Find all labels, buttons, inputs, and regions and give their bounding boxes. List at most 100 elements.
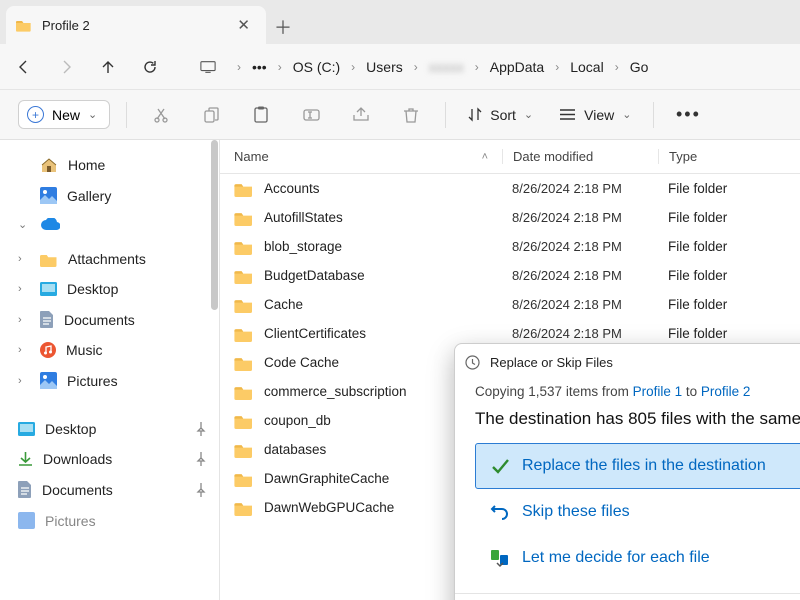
folder-icon — [234, 355, 254, 371]
table-row[interactable]: Accounts8/26/2024 2:18 PMFile folder — [220, 174, 800, 203]
chevron-right-icon[interactable]: › — [18, 253, 30, 265]
option-label: Let me decide for each file — [522, 549, 710, 567]
column-type[interactable]: Type — [658, 149, 800, 164]
chevron-right-icon: › — [236, 60, 242, 74]
chevron-right-icon[interactable]: › — [18, 375, 30, 387]
row-name: BudgetDatabase — [264, 268, 502, 283]
breadcrumb-seg-local[interactable]: Local — [564, 55, 609, 79]
sidebar-scrollbar[interactable] — [210, 140, 218, 600]
sidebar-item-pictures[interactable]: › Pictures — [10, 365, 215, 396]
tab-title: Profile 2 — [42, 18, 90, 33]
column-date[interactable]: Date modified — [502, 149, 658, 164]
dialog-headline: The destination has 805 files with the s… — [475, 409, 800, 429]
cut-button[interactable] — [143, 97, 179, 133]
breadcrumb-seg-os[interactable]: OS (C:) — [287, 55, 346, 79]
new-tab-button[interactable]: ＋ — [266, 10, 300, 44]
chevron-right-icon[interactable]: › — [18, 283, 30, 295]
sidebar-label: Pictures — [45, 513, 96, 529]
tab-profile2[interactable]: Profile 2 ✕ — [6, 6, 266, 44]
more-button[interactable]: ••• — [670, 97, 706, 133]
table-row[interactable]: AutofillStates8/26/2024 2:18 PMFile fold… — [220, 203, 800, 232]
copy-button[interactable] — [193, 97, 229, 133]
tab-strip: Profile 2 ✕ ＋ — [0, 0, 800, 44]
pin-icon — [195, 452, 207, 466]
cloud-icon — [40, 218, 60, 231]
up-button[interactable] — [90, 49, 126, 85]
sidebar-qa-downloads[interactable]: Downloads — [10, 444, 215, 474]
folder-icon — [234, 210, 254, 226]
pin-icon — [195, 483, 207, 497]
refresh-button[interactable] — [132, 49, 168, 85]
dialog-titlebar[interactable]: Replace or Skip Files — [455, 344, 800, 380]
chevron-right-icon: › — [614, 60, 620, 74]
scrollbar-thumb[interactable] — [211, 140, 218, 310]
sidebar-item-gallery[interactable]: Gallery — [10, 180, 215, 211]
pc-icon[interactable] — [190, 49, 226, 85]
row-type: File folder — [658, 181, 800, 196]
dialog-title: Replace or Skip Files — [490, 355, 613, 370]
share-button[interactable] — [343, 97, 379, 133]
folder-icon — [234, 326, 254, 342]
breadcrumb-seg-go[interactable]: Go — [624, 55, 655, 79]
back-button[interactable] — [6, 49, 42, 85]
option-skip[interactable]: Skip these files — [475, 489, 800, 535]
row-date: 8/26/2024 2:18 PM — [502, 268, 658, 283]
column-name[interactable]: Name˄ — [234, 149, 502, 164]
breadcrumb-overflow[interactable]: ••• — [246, 55, 273, 79]
close-icon[interactable]: ✕ — [231, 14, 256, 36]
table-row[interactable]: BudgetDatabase8/26/2024 2:18 PMFile fold… — [220, 261, 800, 290]
breadcrumb-seg-users[interactable]: Users — [360, 55, 409, 79]
sidebar-label: Gallery — [67, 188, 111, 204]
row-name: ClientCertificates — [264, 326, 502, 341]
chevron-down-icon: ⌄ — [524, 108, 533, 121]
new-button[interactable]: + New ⌄ — [18, 100, 110, 129]
folder-icon — [234, 500, 254, 516]
folder-icon — [234, 471, 254, 487]
sidebar-qa-pictures[interactable]: Pictures — [10, 505, 215, 536]
chevron-right-icon[interactable]: › — [18, 314, 30, 326]
file-list: Name˄ Date modified Type Accounts8/26/20… — [220, 140, 800, 600]
sidebar-item-documents[interactable]: › Documents — [10, 304, 215, 335]
table-row[interactable]: blob_storage8/26/2024 2:18 PMFile folder — [220, 232, 800, 261]
pictures-icon — [40, 372, 57, 389]
clock-icon — [465, 355, 480, 370]
folder-icon — [234, 413, 254, 429]
chevron-right-icon: › — [413, 60, 419, 74]
column-headers: Name˄ Date modified Type — [220, 140, 800, 174]
sidebar-item-attachments[interactable]: › Attachments — [10, 244, 215, 274]
toolbar: + New ⌄ Sort ⌄ View ⌄ ••• — [0, 90, 800, 140]
sort-label: Sort — [490, 107, 516, 123]
pin-icon — [195, 422, 207, 436]
sidebar-qa-documents[interactable]: Documents — [10, 474, 215, 505]
row-type: File folder — [658, 326, 800, 341]
chevron-down-icon[interactable]: ⌄ — [18, 218, 30, 231]
paste-button[interactable] — [243, 97, 279, 133]
sidebar-item-home[interactable]: Home — [10, 150, 215, 180]
option-replace[interactable]: Replace the files in the destination — [475, 443, 800, 489]
link-profile2[interactable]: Profile 2 — [701, 384, 751, 399]
rename-button[interactable] — [293, 97, 329, 133]
sidebar-label: Desktop — [67, 281, 118, 297]
sidebar-item-onedrive[interactable]: ⌄ — [10, 211, 215, 238]
sidebar-label: Home — [68, 157, 105, 173]
row-name: AutofillStates — [264, 210, 502, 225]
replace-skip-dialog: Replace or Skip Files Copying 1,537 item… — [454, 343, 800, 600]
row-type: File folder — [658, 239, 800, 254]
link-profile1[interactable]: Profile 1 — [633, 384, 683, 399]
folder-icon — [40, 252, 58, 267]
sidebar-item-desktop[interactable]: › Desktop — [10, 274, 215, 304]
breadcrumb-seg-appdata[interactable]: AppData — [484, 55, 550, 79]
plus-icon: + — [27, 106, 44, 123]
chevron-right-icon[interactable]: › — [18, 344, 30, 356]
delete-button[interactable] — [393, 97, 429, 133]
breadcrumb-seg-user[interactable]: xxxxx — [423, 55, 470, 79]
breadcrumb: › ••• › OS (C:) › Users › xxxxx › AppDat… — [236, 55, 654, 79]
sort-button[interactable]: Sort ⌄ — [462, 107, 539, 123]
forward-button[interactable] — [48, 49, 84, 85]
option-decide[interactable]: Let me decide for each file — [475, 535, 800, 581]
row-date: 8/26/2024 2:18 PM — [502, 181, 658, 196]
view-button[interactable]: View ⌄ — [553, 107, 637, 123]
sidebar-qa-desktop[interactable]: Desktop — [10, 414, 215, 444]
table-row[interactable]: Cache8/26/2024 2:18 PMFile folder — [220, 290, 800, 319]
sidebar-item-music[interactable]: › Music — [10, 335, 215, 365]
